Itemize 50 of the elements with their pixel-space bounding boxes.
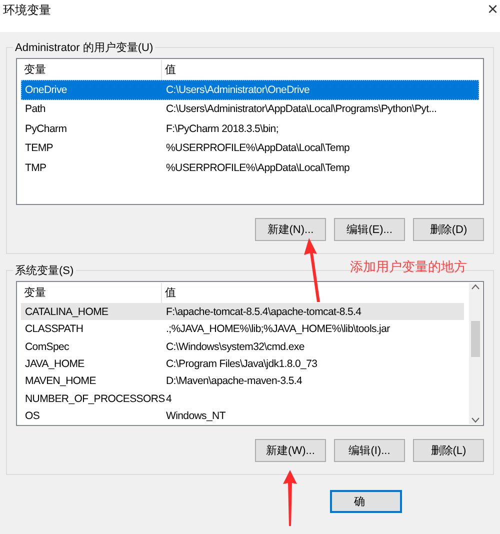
list-row[interactable]: CATALINA_HOME F:\apache-tomcat-8.5.4\apache-tomcat-8.5.4 <box>21 303 464 320</box>
variable-name: CATALINA_HOME <box>25 306 108 318</box>
list-row[interactable]: JAVA_HOME C:\Program Files\Java\jdk1.8.0_73 <box>21 355 464 373</box>
list-row[interactable]: ComSpec C:\Windows\system32\cmd.exe <box>21 338 464 356</box>
close-button[interactable]: × <box>487 2 498 16</box>
variable-value: C:\Windows\system32\cmd.exe <box>166 340 304 353</box>
ok-button[interactable]: 确 <box>330 490 402 513</box>
list-row[interactable]: CLASSPATH .;%JAVA_HOME%\lib;%JAVA_HOME%\lib\tools.jar <box>21 320 464 338</box>
variable-value: .;%JAVA_HOME%\lib;%JAVA_HOME%\lib\tools.jar <box>166 323 390 336</box>
column-header[interactable]: 值 <box>162 60 462 80</box>
variable-name: OneDrive <box>25 84 67 96</box>
variable-name: TEMP <box>25 142 53 154</box>
dialog-button[interactable]: 新建(N)... <box>255 218 326 241</box>
variable-value: %USERPROFILE%\AppData\Local\Temp <box>166 142 350 154</box>
dialog-button[interactable]: 编辑(I)... <box>334 439 405 462</box>
list-row[interactable]: OS Windows_NT <box>21 408 464 425</box>
variable-name: TMP <box>25 162 46 174</box>
list-row[interactable]: PyCharm F:\PyCharm 2018.3.5\bin; <box>21 119 479 138</box>
variable-value: F:\PyCharm 2018.3.5\bin; <box>166 122 278 135</box>
annotation-text: 添加用户变量的地方 <box>350 258 467 276</box>
list-row[interactable]: OneDrive C:\Users\Administrator\OneDrive <box>21 80 479 100</box>
variable-name: ComSpec <box>25 340 70 353</box>
group-label: 系统变量(S) <box>13 263 76 278</box>
list-row[interactable]: MAVEN_HOME D:\Maven\apache-maven-3.5.4 <box>21 372 464 390</box>
dialog-button[interactable]: 删除(D) <box>413 218 484 241</box>
variable-name: MAVEN_HOME <box>25 375 96 388</box>
dialog-button[interactable]: 新建(W)... <box>255 439 326 462</box>
variable-name: OS <box>25 410 40 422</box>
list-row[interactable]: Path C:\Users\Administrator\AppData\Local\Programs\Python\Pyt... <box>21 100 479 119</box>
list-row[interactable]: NUMBER_OF_PROCESSORS4 <box>21 390 464 408</box>
variable-name: NUMBER_OF_PROCESSORS <box>25 392 165 405</box>
dialog-button[interactable]: 删除(L) <box>413 439 484 462</box>
variable-value: C:\Users\Administrator\AppData\Local\Programs\Python\Pyt... <box>166 103 437 116</box>
list-row[interactable]: TEMP %USERPROFILE%\AppData\Local\Temp <box>21 138 479 158</box>
list-row[interactable]: TMP %USERPROFILE%\AppData\Local\Temp <box>21 158 479 178</box>
dialog-button[interactable]: 编辑(E)... <box>334 218 405 241</box>
variable-value: C:\Users\Administrator\OneDrive <box>166 84 310 96</box>
variable-name: JAVA_HOME <box>25 358 84 370</box>
variable-value: D:\Maven\apache-maven-3.5.4 <box>166 375 302 388</box>
variable-value: C:\Program Files\Java\jdk1.8.0_73 <box>166 358 318 370</box>
variable-value: %USERPROFILE%\AppData\Local\Temp <box>166 162 350 174</box>
variable-name: CLASSPATH <box>25 323 84 336</box>
variable-value: F:\apache-tomcat-8.5.4\apache-tomcat-8.5.4 <box>166 306 362 318</box>
variable-name: PyCharm <box>25 122 67 135</box>
variable-value: Windows_NT <box>166 410 226 422</box>
variable-name: Path <box>25 103 46 116</box>
group-label: Administrator 的用户变量(U) <box>13 40 156 55</box>
window-title: 环境变量 <box>3 2 51 19</box>
variable-value: 4 <box>166 392 172 405</box>
column-header[interactable]: 值 <box>162 283 462 303</box>
